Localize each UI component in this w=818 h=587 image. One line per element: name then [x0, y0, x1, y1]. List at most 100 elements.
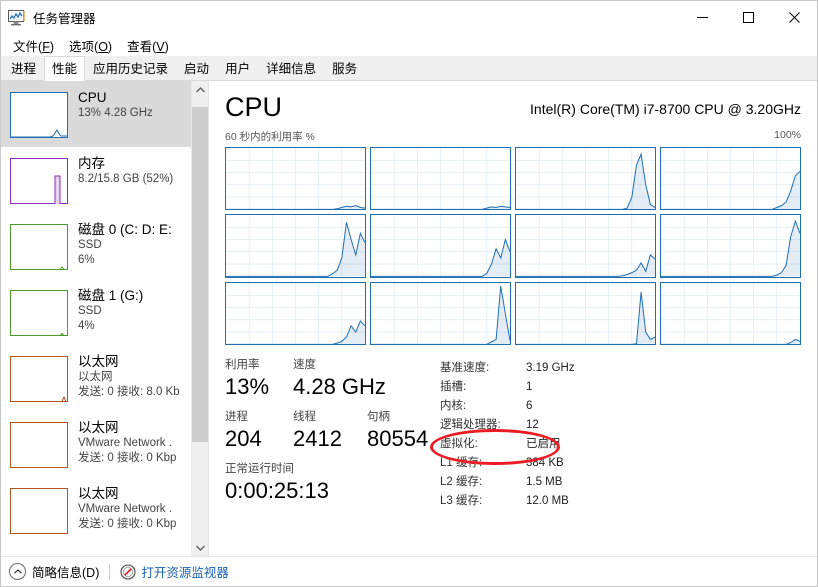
cpu-graph-11[interactable] [660, 281, 801, 345]
stat-value-uptime: 0:00:25:13 [225, 478, 329, 503]
menu-file-label: 文件 [13, 39, 39, 54]
spec-virtualization: 虚拟化: 已启用 [440, 435, 801, 454]
cpu-model-text: Intel(R) Core(TM) i7-8700 CPU @ 3.20GHz [530, 101, 801, 117]
menu-view-label: 查看 [127, 39, 153, 54]
menu-options-label: 选项 [69, 39, 95, 54]
sidebar-thumb-ethernet-3 [10, 488, 68, 534]
stat-speed: 速度 4.28 GHz [293, 357, 386, 401]
spec-value-cores: 6 [526, 400, 533, 412]
sidebar-item-ethernet-3[interactable]: 以太网 VMware Network . 发送: 0 接收: 0 Kbp [1, 477, 191, 543]
tab-startup[interactable]: 启动 [176, 56, 217, 80]
sidebar-text-cpu: CPU 13% 4.28 GHz [78, 89, 153, 121]
cpu-graph-4[interactable] [225, 214, 366, 278]
sidebar-title-disk-0: 磁盘 0 (C: D: E: [78, 222, 172, 237]
minimize-button[interactable] [679, 1, 725, 34]
sidebar-text-memory: 内存 8.2/15.8 GB (52%) [78, 155, 173, 187]
sidebar-sub1-disk-1: SSD [78, 305, 102, 317]
spec-key-l2-cache: L2 缓存: [440, 476, 483, 488]
stat-value-threads: 2412 [293, 426, 342, 451]
resource-monitor-button[interactable]: 打开资源监视器 [120, 562, 229, 581]
sidebar-item-cpu[interactable]: CPU 13% 4.28 GHz [1, 81, 191, 147]
axis-label-right: 100% [774, 129, 801, 141]
sidebar-list: CPU 13% 4.28 GHz 内存 8.2/15.8 GB (52%) 磁盘… [1, 81, 191, 556]
spec-key-base-speed: 基准速度: [440, 362, 490, 374]
stat-value-handles: 80554 [367, 426, 429, 451]
tab-services[interactable]: 服务 [324, 56, 365, 80]
cpu-graph-10[interactable] [515, 281, 656, 345]
task-manager-window: 任务管理器 文件(F) 选项(O) 查看(V) 进程 性能 应用历史记录 启动 … [0, 0, 818, 587]
sidebar-item-disk-0[interactable]: 磁盘 0 (C: D: E: SSD 6% [1, 213, 191, 279]
sidebar-thumb-ethernet-2 [10, 422, 68, 468]
spec-value-l2-cache: 1.5 MB [526, 476, 563, 488]
sidebar-scrollbar[interactable] [191, 81, 208, 556]
cpu-graph-9[interactable] [370, 281, 511, 345]
stat-value-speed: 4.28 GHz [293, 374, 386, 399]
spec-value-virtualization: 已启用 [526, 438, 561, 450]
content-body: CPU 13% 4.28 GHz 内存 8.2/15.8 GB (52%) 磁盘… [1, 81, 817, 556]
stat-row-utilization-speed: 利用率 13% 速度 4.28 GHz [225, 357, 440, 401]
sidebar-thumb-memory [10, 158, 68, 204]
spec-key-virtualization: 虚拟化: [440, 438, 478, 450]
tab-performance[interactable]: 性能 [44, 56, 86, 81]
scrollbar-track[interactable] [192, 98, 208, 539]
spec-sockets: 插槽: 1 [440, 378, 801, 397]
sidebar-item-ethernet-2[interactable]: 以太网 VMware Network . 发送: 0 接收: 0 Kbp [1, 411, 191, 477]
sidebar-text-ethernet-3: 以太网 VMware Network . 发送: 0 接收: 0 Kbp [78, 485, 176, 532]
tab-processes[interactable]: 进程 [3, 56, 44, 80]
sidebar-sub1-ethernet-1: 以太网 [78, 371, 113, 383]
stat-utilization: 利用率 13% [225, 357, 287, 401]
cpu-graph-7[interactable] [660, 214, 801, 278]
status-separator [109, 563, 111, 580]
chevron-down-icon[interactable] [192, 539, 208, 556]
sidebar-sub1-ethernet-3: VMware Network . [78, 503, 172, 515]
resource-sidebar: CPU 13% 4.28 GHz 内存 8.2/15.8 GB (52%) 磁盘… [1, 81, 209, 556]
sidebar-thumb-ethernet-1 [10, 356, 68, 402]
tab-details[interactable]: 详细信息 [258, 56, 324, 80]
sidebar-title-disk-1: 磁盘 1 (G:) [78, 288, 144, 303]
sidebar-thumb-disk-1 [10, 290, 68, 336]
resource-monitor-gauge-icon [120, 563, 136, 580]
cpu-graph-1[interactable] [370, 147, 511, 211]
menu-view-mnemonic: V [156, 39, 165, 54]
cpu-graph-2[interactable] [515, 147, 656, 211]
sidebar-item-disk-1[interactable]: 磁盘 1 (G:) SSD 4% [1, 279, 191, 345]
spec-key-cores: 内核: [440, 400, 467, 412]
spec-key-logical-processors: 逻辑处理器: [440, 419, 501, 431]
spec-l1-cache: L1 缓存: 384 KB [440, 454, 801, 473]
sidebar-text-disk-0: 磁盘 0 (C: D: E: SSD 6% [78, 221, 172, 268]
menu-file-mnemonic: F [42, 39, 50, 54]
stat-processes: 进程 204 [225, 409, 287, 453]
cpu-graph-8[interactable] [225, 281, 366, 345]
chevron-up-icon[interactable] [192, 81, 208, 98]
sidebar-thumb-disk-0 [10, 224, 68, 270]
cpu-graph-3[interactable] [660, 147, 801, 211]
stat-value-processes: 204 [225, 426, 262, 451]
tab-app-history[interactable]: 应用历史记录 [85, 56, 176, 80]
spec-value-l1-cache: 384 KB [526, 457, 564, 469]
sidebar-item-ethernet-1[interactable]: 以太网 以太网 发送: 0 接收: 8.0 Kb [1, 345, 191, 411]
logical-processor-graph-grid[interactable] [225, 147, 801, 345]
graph-axis-labels: 60 秒内的利用率 % 100% [225, 129, 801, 144]
sidebar-sub2-ethernet-2: 发送: 0 接收: 0 Kbp [78, 452, 177, 464]
axis-label-left: 60 秒内的利用率 % [225, 131, 315, 143]
menu-options[interactable]: 选项(O) [63, 34, 121, 57]
sidebar-sub1-disk-0: SSD [78, 239, 102, 251]
sidebar-item-memory[interactable]: 内存 8.2/15.8 GB (52%) [1, 147, 191, 213]
cpu-graph-0[interactable] [225, 147, 366, 211]
maximize-button[interactable] [725, 1, 771, 34]
sidebar-sub-memory: 8.2/15.8 GB (52%) [78, 173, 174, 185]
fewer-details-button[interactable]: 简略信息(D) [9, 562, 99, 581]
close-button[interactable] [771, 1, 817, 34]
spec-value-base-speed: 3.19 GHz [526, 362, 575, 374]
cpu-graph-5[interactable] [370, 214, 511, 278]
sidebar-title-ethernet-1: 以太网 [78, 354, 119, 369]
stat-label-speed: 速度 [293, 359, 316, 371]
menu-view[interactable]: 查看(V) [121, 34, 178, 57]
cpu-graph-6[interactable] [515, 214, 656, 278]
sidebar-text-ethernet-2: 以太网 VMware Network . 发送: 0 接收: 0 Kbp [78, 419, 176, 466]
tab-users[interactable]: 用户 [217, 56, 258, 80]
cpu-detail-panel: CPU Intel(R) Core(TM) i7-8700 CPU @ 3.20… [209, 81, 817, 556]
menu-file[interactable]: 文件(F) [7, 34, 63, 57]
sidebar-title-ethernet-2: 以太网 [78, 420, 119, 435]
scrollbar-thumb[interactable] [192, 106, 208, 442]
